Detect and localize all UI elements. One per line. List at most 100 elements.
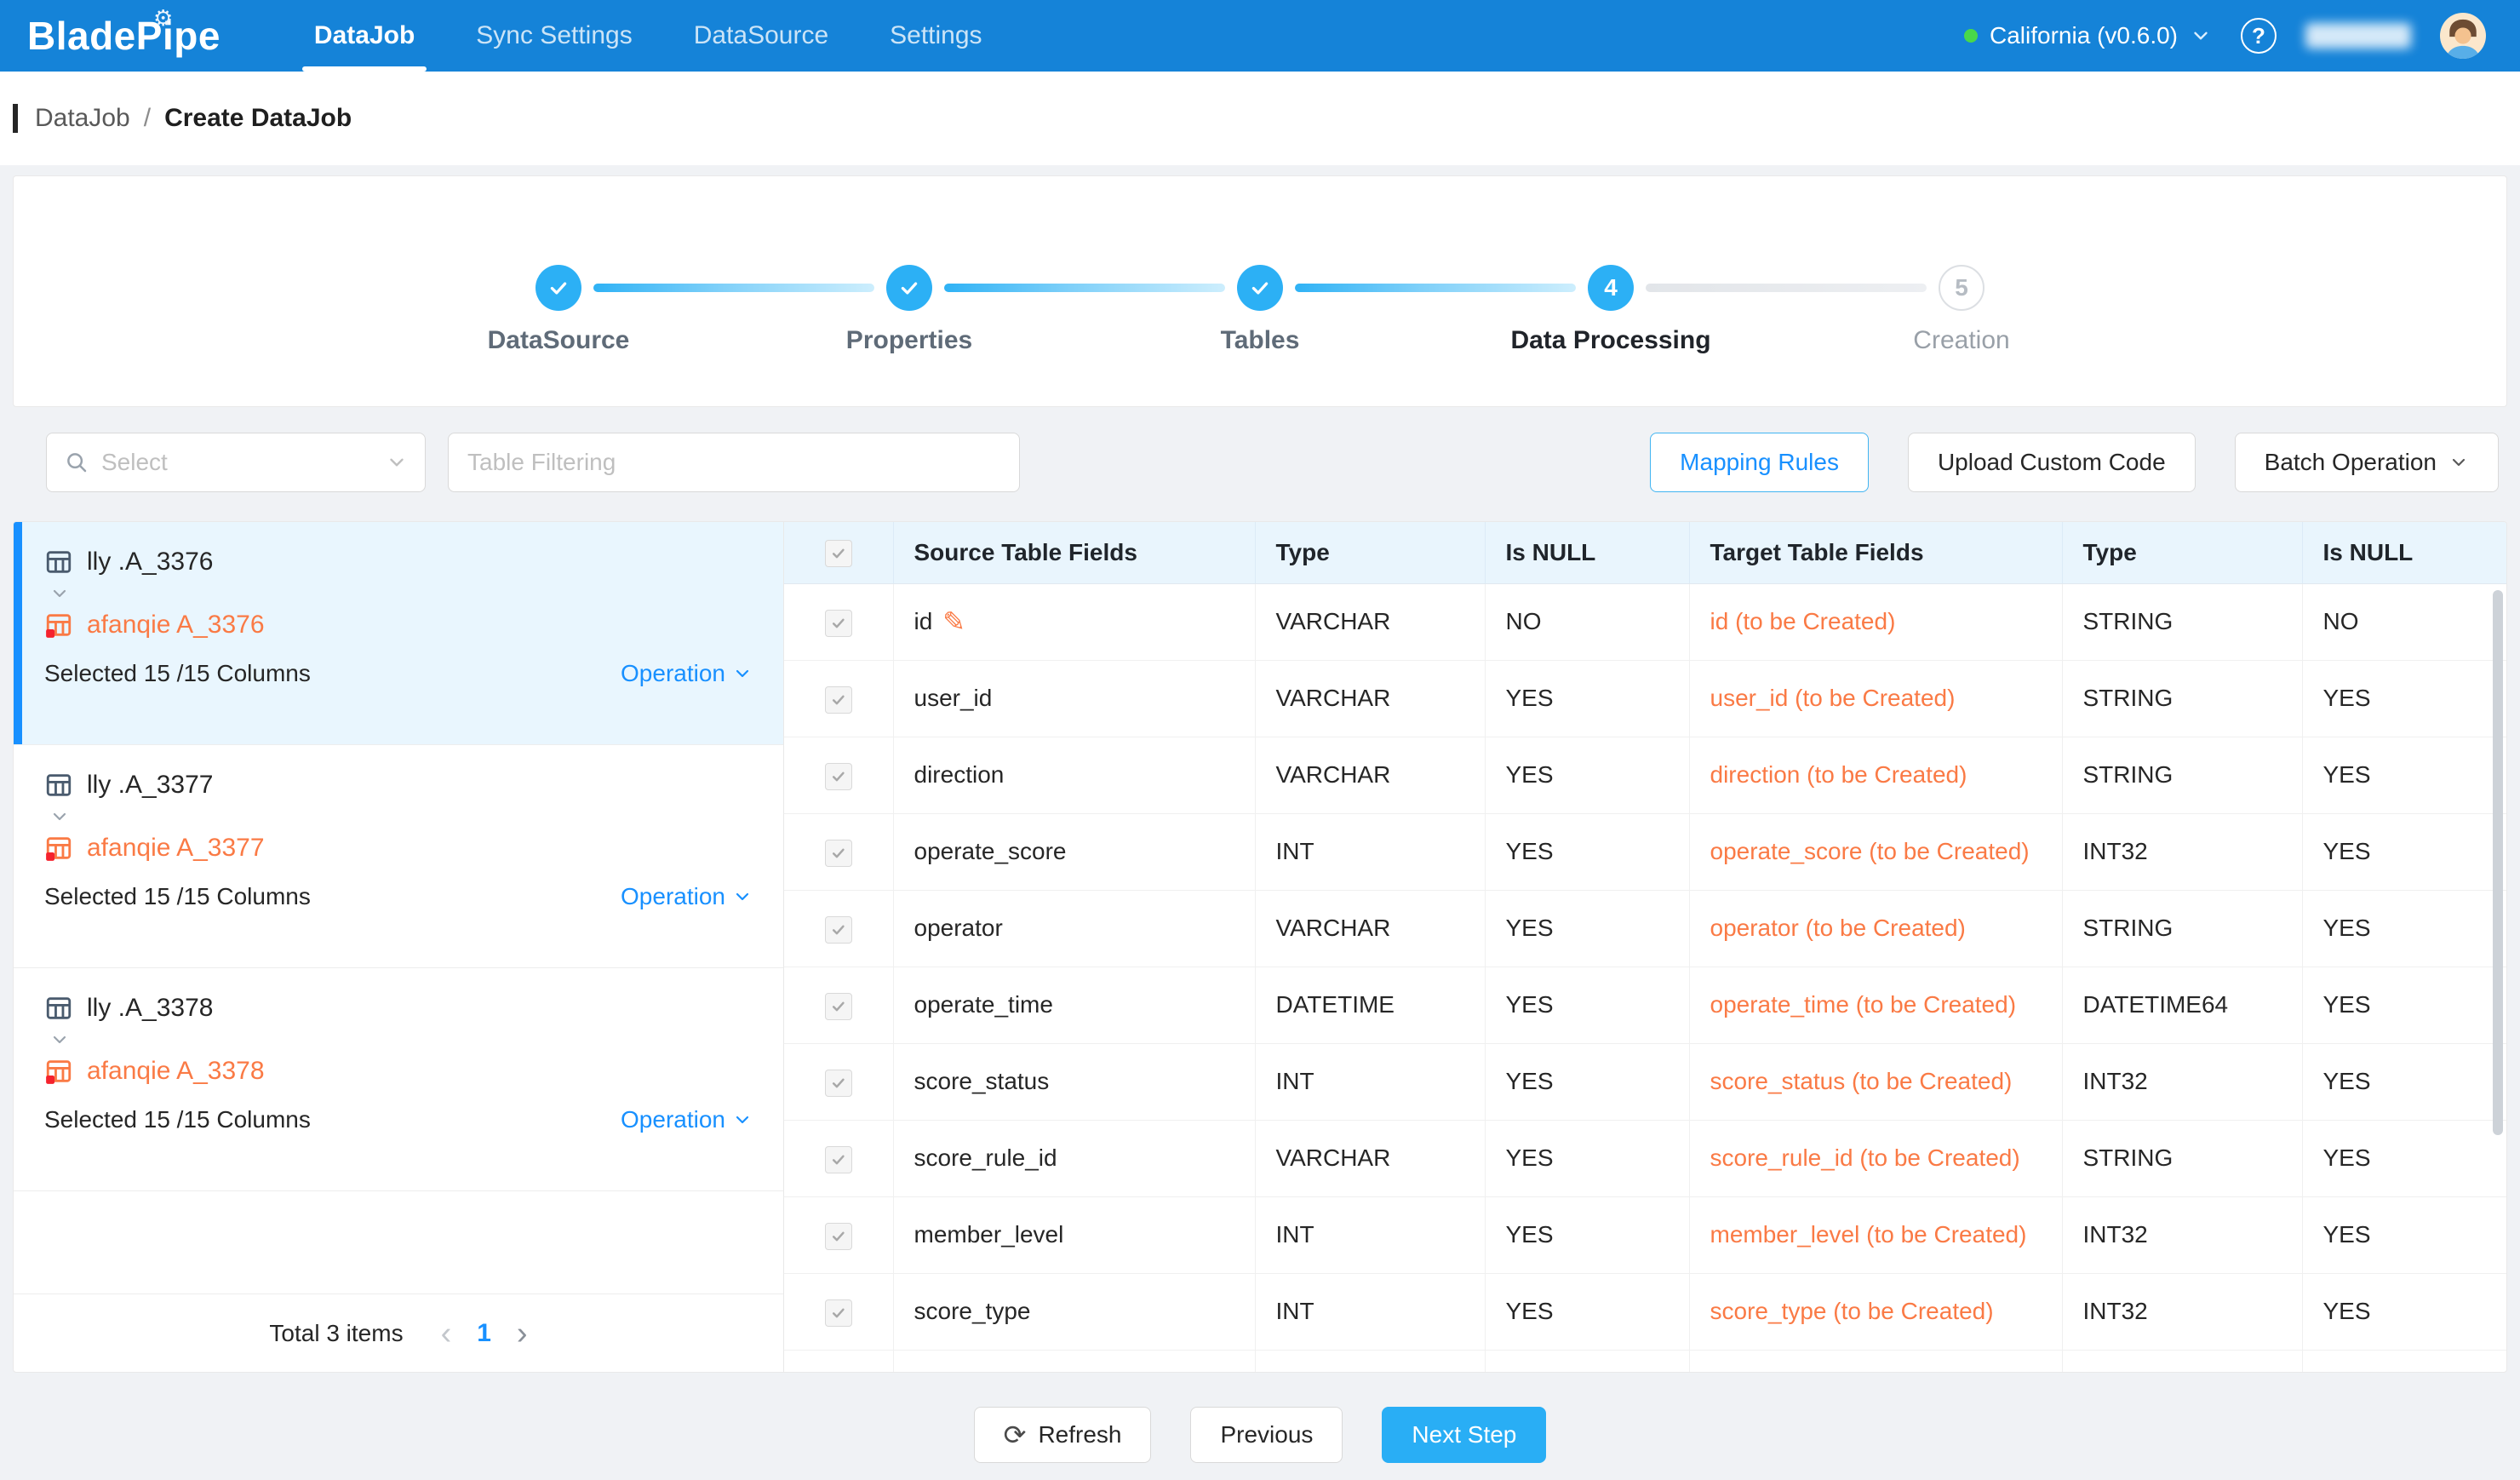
toolbar-right: Mapping Rules Upload Custom Code Batch O… [1650,433,2499,492]
logo-wrap[interactable]: BladePipe ⚙ [27,0,220,72]
source-isnull: YES [1485,967,1689,1043]
table-row: operator VARCHAR YES operator (to be Cre… [784,890,2506,967]
step-properties: Properties [886,265,932,311]
nav-item-settings[interactable]: Settings [878,0,994,72]
button-label: Upload Custom Code [1938,449,2166,476]
edit-pencil-icon[interactable]: ✎ [942,608,965,635]
target-type: INT32 [2062,1196,2302,1273]
target-isnull: NO [2302,583,2506,660]
region-selector[interactable]: California (v0.6.0) [1964,22,2212,49]
selected-columns-text: Selected 15 /15 Columns [44,1106,311,1133]
step-label: DataSource [488,326,630,355]
source-isnull: YES [1485,890,1689,967]
source-field: score_type [893,1273,1255,1350]
list-item-table-3377[interactable]: lly .A_3377 afanqie A_3377 Selected 15 /… [14,745,783,968]
col-header-target-isnull: Is NULL [2302,522,2506,583]
refresh-icon: ⟳ [1004,1421,1027,1448]
table-row: score_rule_id VARCHAR YES score_rule_id … [784,1120,2506,1196]
step-label: Properties [846,326,972,355]
pagination-next[interactable]: › [517,1317,528,1350]
row-checkbox [825,916,852,944]
target-table-icon [44,834,73,863]
upload-custom-code-button[interactable]: Upload Custom Code [1908,433,2196,492]
target-field: operate_time (to be Created) [1689,967,2062,1043]
step-creation: 5 Creation [1939,265,1984,311]
table-row: user_id VARCHAR YES user_id (to be Creat… [784,660,2506,737]
list-item-table-3376[interactable]: lly .A_3376 afanqie A_3376 Selected 15 /… [14,522,783,745]
operation-link[interactable]: Operation [621,1106,753,1133]
main-panel: lly .A_3376 afanqie A_3376 Selected 15 /… [13,521,2507,1373]
target-type: INT32 [2062,813,2302,890]
batch-operation-button[interactable]: Batch Operation [2235,433,2499,492]
source-field: member_level [893,1196,1255,1273]
table-row: id✎ VARCHAR NO id (to be Created) STRING… [784,583,2506,660]
target-table-icon [44,611,73,640]
map-chevron-icon [49,806,753,827]
target-table-name: afanqie A_3376 [87,611,265,640]
select-combobox[interactable] [46,433,426,492]
list-item-table-3378[interactable]: lly .A_3378 afanqie A_3378 Selected 15 /… [14,968,783,1191]
help-button[interactable]: ? [2241,18,2277,54]
nav-item-datajob[interactable]: DataJob [302,0,427,72]
target-isnull: YES [2302,660,2506,737]
step-connector [1646,284,1927,292]
table-row: operate_time DATETIME YES operate_time (… [784,967,2506,1043]
username-blurred[interactable] [2305,23,2411,49]
table-list: lly .A_3376 afanqie A_3376 Selected 15 /… [14,522,784,1372]
target-type: INT32 [2062,1273,2302,1350]
chevron-down-icon [732,1110,753,1130]
breadcrumb-current: Create DataJob [164,104,352,133]
breadcrumb: DataJob / Create DataJob [0,72,2520,165]
source-type: VARCHAR [1255,583,1485,660]
nav-item-sync-settings[interactable]: Sync Settings [464,0,644,72]
source-type: INT [1255,1273,1485,1350]
step-label: Tables [1221,326,1300,355]
operation-link[interactable]: Operation [621,660,753,687]
operation-label: Operation [621,1106,725,1133]
operation-label: Operation [621,660,725,687]
chevron-down-icon [2448,452,2469,473]
target-field: member_level (to be Created) [1689,1196,2062,1273]
target-table-name: afanqie A_3377 [87,834,265,863]
next-step-button[interactable]: Next Step [1382,1407,1546,1463]
table-filter-input[interactable] [467,449,1000,476]
avatar[interactable] [2440,13,2486,59]
source-field: id [914,605,933,638]
col-header-target: Target Table Fields [1689,522,2062,583]
col-header-target-type: Type [2062,522,2302,583]
step-label: Data Processing [1510,326,1710,355]
nav-item-label: DataSource [694,21,828,50]
select-input[interactable] [101,449,374,476]
step-circle-active[interactable]: 4 [1588,265,1634,311]
col-header-source: Source Table Fields [893,522,1255,583]
nav-item-datasource[interactable]: DataSource [682,0,840,72]
source-field: operate_time [893,967,1255,1043]
step-circle-done[interactable] [886,265,932,311]
source-isnull: YES [1485,1196,1689,1273]
step-datasource: DataSource [536,265,581,311]
button-label: Refresh [1038,1421,1121,1448]
refresh-button[interactable]: ⟳ Refresh [974,1407,1152,1463]
table-row: operate_score INT YES operate_score (to … [784,813,2506,890]
source-field: score_status [893,1043,1255,1120]
target-type: STRING [2062,660,2302,737]
mapping-rules-button[interactable]: Mapping Rules [1650,433,1869,492]
step-circle-done[interactable] [1237,265,1283,311]
table-row: direction VARCHAR YES direction (to be C… [784,737,2506,813]
target-table-name: afanqie A_3378 [87,1057,265,1086]
breadcrumb-parent[interactable]: DataJob [35,104,130,133]
pagination-page-1[interactable]: 1 [477,1319,491,1348]
row-checkbox [825,840,852,867]
map-chevron-icon [49,583,753,604]
operation-link[interactable]: Operation [621,883,753,910]
table-filter-field [448,433,1020,492]
vertical-scrollbar-thumb[interactable] [2493,590,2503,1135]
pagination-prev[interactable]: ‹ [441,1317,452,1350]
question-icon: ? [2252,23,2265,49]
chevron-down-icon [386,451,408,473]
previous-button[interactable]: Previous [1190,1407,1343,1463]
select-all-checkbox [825,540,852,567]
step-circle-done[interactable] [536,265,581,311]
source-field: direction [893,737,1255,813]
source-isnull: YES [1485,660,1689,737]
